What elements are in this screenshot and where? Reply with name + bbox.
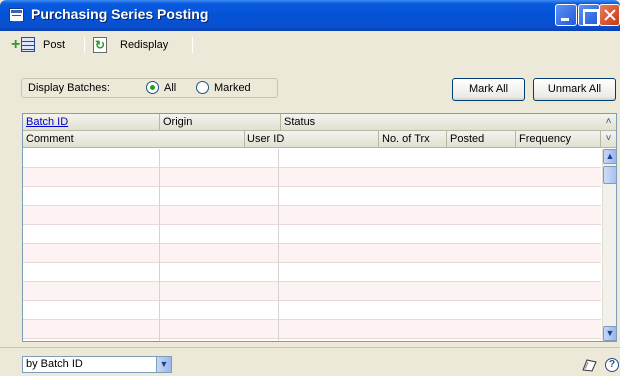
- radio-marked-label[interactable]: Marked: [214, 82, 251, 94]
- column-divider: [278, 149, 279, 341]
- scroll-up-icon[interactable]: ▲: [603, 149, 616, 164]
- help-icon[interactable]: ?: [605, 358, 619, 372]
- column-user-id[interactable]: User ID: [245, 131, 379, 147]
- table-row[interactable]: [23, 225, 601, 244]
- maximize-button[interactable]: [578, 4, 600, 26]
- expand-rows-icon[interactable]: ˅: [601, 131, 616, 147]
- toolbar: + Post Redisplay: [0, 31, 620, 58]
- toolbar-separator: [84, 37, 85, 53]
- table-row[interactable]: [23, 244, 601, 263]
- column-status[interactable]: Status: [281, 114, 601, 130]
- scroll-thumb[interactable]: [603, 166, 616, 184]
- refresh-icon: [93, 37, 107, 53]
- minimize-button[interactable]: [555, 4, 577, 26]
- sort-by-value: by Batch ID: [26, 358, 83, 370]
- title-bar: Purchasing Series Posting: [0, 0, 620, 31]
- note-icon[interactable]: [581, 358, 597, 372]
- table-row[interactable]: [23, 301, 601, 320]
- post-label: Post: [43, 39, 66, 51]
- unmark-all-button[interactable]: Unmark All: [533, 78, 616, 101]
- table-row[interactable]: [23, 187, 601, 206]
- redisplay-label: Redisplay: [120, 39, 169, 51]
- column-frequency[interactable]: Frequency: [516, 131, 601, 147]
- window-title: Purchasing Series Posting: [31, 6, 209, 22]
- grid-header-row-2: Comment User ID No. of Trx Posted Freque…: [23, 131, 616, 148]
- chevron-down-icon[interactable]: ▼: [156, 357, 171, 372]
- table-row[interactable]: [23, 149, 601, 168]
- sort-by-select[interactable]: by Batch ID ▼: [22, 356, 172, 373]
- bottom-divider: [0, 347, 620, 348]
- grid-header-row-1: Batch ID Origin Status ˄: [23, 114, 616, 131]
- column-posted[interactable]: Posted: [447, 131, 516, 147]
- radio-all[interactable]: [146, 81, 159, 94]
- batch-grid[interactable]: Batch ID Origin Status ˄ Comment User ID…: [22, 113, 617, 342]
- table-row[interactable]: [23, 320, 601, 339]
- column-no-of-trx[interactable]: No. of Trx: [379, 131, 447, 147]
- display-batches-panel: Display Batches: All Marked: [21, 78, 278, 98]
- redisplay-button[interactable]: Redisplay: [93, 36, 168, 54]
- window-icon: [9, 8, 24, 22]
- vertical-scrollbar[interactable]: ▲ ▼: [602, 149, 616, 341]
- display-batches-label: Display Batches:: [28, 82, 110, 94]
- collapse-rows-icon[interactable]: ˄: [601, 114, 616, 130]
- toolbar-separator: [192, 37, 193, 53]
- table-row[interactable]: [23, 168, 601, 187]
- close-button[interactable]: [599, 4, 620, 26]
- mark-all-button[interactable]: Mark All: [452, 78, 525, 101]
- table-row[interactable]: [23, 282, 601, 301]
- post-icon: +: [11, 37, 35, 53]
- column-batch-id[interactable]: Batch ID: [23, 114, 160, 130]
- scroll-down-icon[interactable]: ▼: [603, 326, 616, 341]
- radio-marked[interactable]: [196, 81, 209, 94]
- grid-rows: [23, 149, 601, 341]
- radio-all-label[interactable]: All: [164, 82, 176, 94]
- table-row[interactable]: [23, 206, 601, 225]
- column-comment[interactable]: Comment: [23, 131, 245, 147]
- post-button[interactable]: + Post: [11, 36, 65, 54]
- column-origin[interactable]: Origin: [160, 114, 281, 130]
- table-row[interactable]: [23, 263, 601, 282]
- column-divider: [159, 149, 160, 341]
